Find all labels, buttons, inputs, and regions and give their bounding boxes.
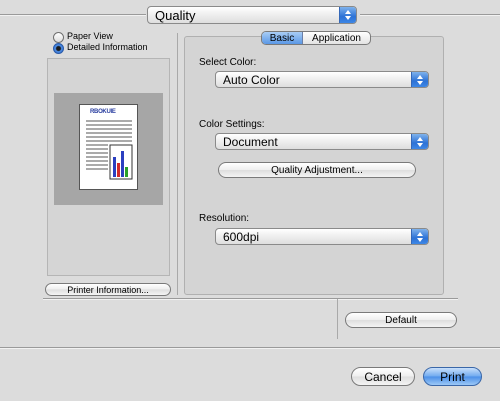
color-settings-popup[interactable]: Document: [215, 133, 429, 150]
radio-detailed-information-label: Detailed Information: [67, 42, 148, 52]
color-settings-value: Document: [223, 134, 278, 149]
tab-bar: Basic Application: [261, 31, 371, 45]
select-color-value: Auto Color: [223, 72, 280, 87]
print-button[interactable]: Print: [423, 367, 482, 386]
select-color-popup[interactable]: Auto Color: [215, 71, 429, 88]
top-separator-left: [0, 14, 146, 16]
panel-select-value: Quality: [155, 7, 196, 23]
radio-paper-view-label: Paper View: [67, 31, 113, 41]
footer-separator: [0, 347, 500, 349]
popup-arrows-icon: [411, 134, 428, 149]
select-color-label: Select Color:: [199, 57, 257, 68]
color-settings-label: Color Settings:: [199, 119, 265, 130]
cancel-button[interactable]: Cancel: [351, 367, 415, 386]
popup-arrows-icon: [339, 7, 356, 23]
mid-separator: [43, 298, 458, 300]
preview-page: RBOKUIE: [79, 104, 138, 190]
popup-arrows-icon: [411, 72, 428, 87]
panel-select-popup[interactable]: Quality: [147, 6, 357, 24]
radio-detailed-information[interactable]: [53, 43, 64, 54]
printer-information-button[interactable]: Printer Information...: [45, 283, 171, 296]
preview-area: RBOKUIE: [54, 93, 163, 205]
column-separator: [177, 33, 178, 295]
preview-page-content-icon: [86, 120, 133, 180]
top-separator-right: [360, 14, 500, 16]
preview-panel: RBOKUIE: [47, 58, 170, 276]
tab-application[interactable]: Application: [303, 32, 370, 44]
preview-doc-heading: RBOKUIE: [90, 109, 116, 115]
tab-basic[interactable]: Basic: [262, 32, 303, 44]
popup-arrows-icon: [411, 229, 428, 244]
quality-adjustment-button[interactable]: Quality Adjustment...: [218, 162, 416, 178]
resolution-popup[interactable]: 600dpi: [215, 228, 429, 245]
resolution-label: Resolution:: [199, 213, 250, 224]
default-button[interactable]: Default: [345, 312, 457, 328]
radio-paper-view[interactable]: [53, 32, 64, 43]
default-separator: [337, 299, 338, 339]
resolution-value: 600dpi: [223, 229, 260, 244]
